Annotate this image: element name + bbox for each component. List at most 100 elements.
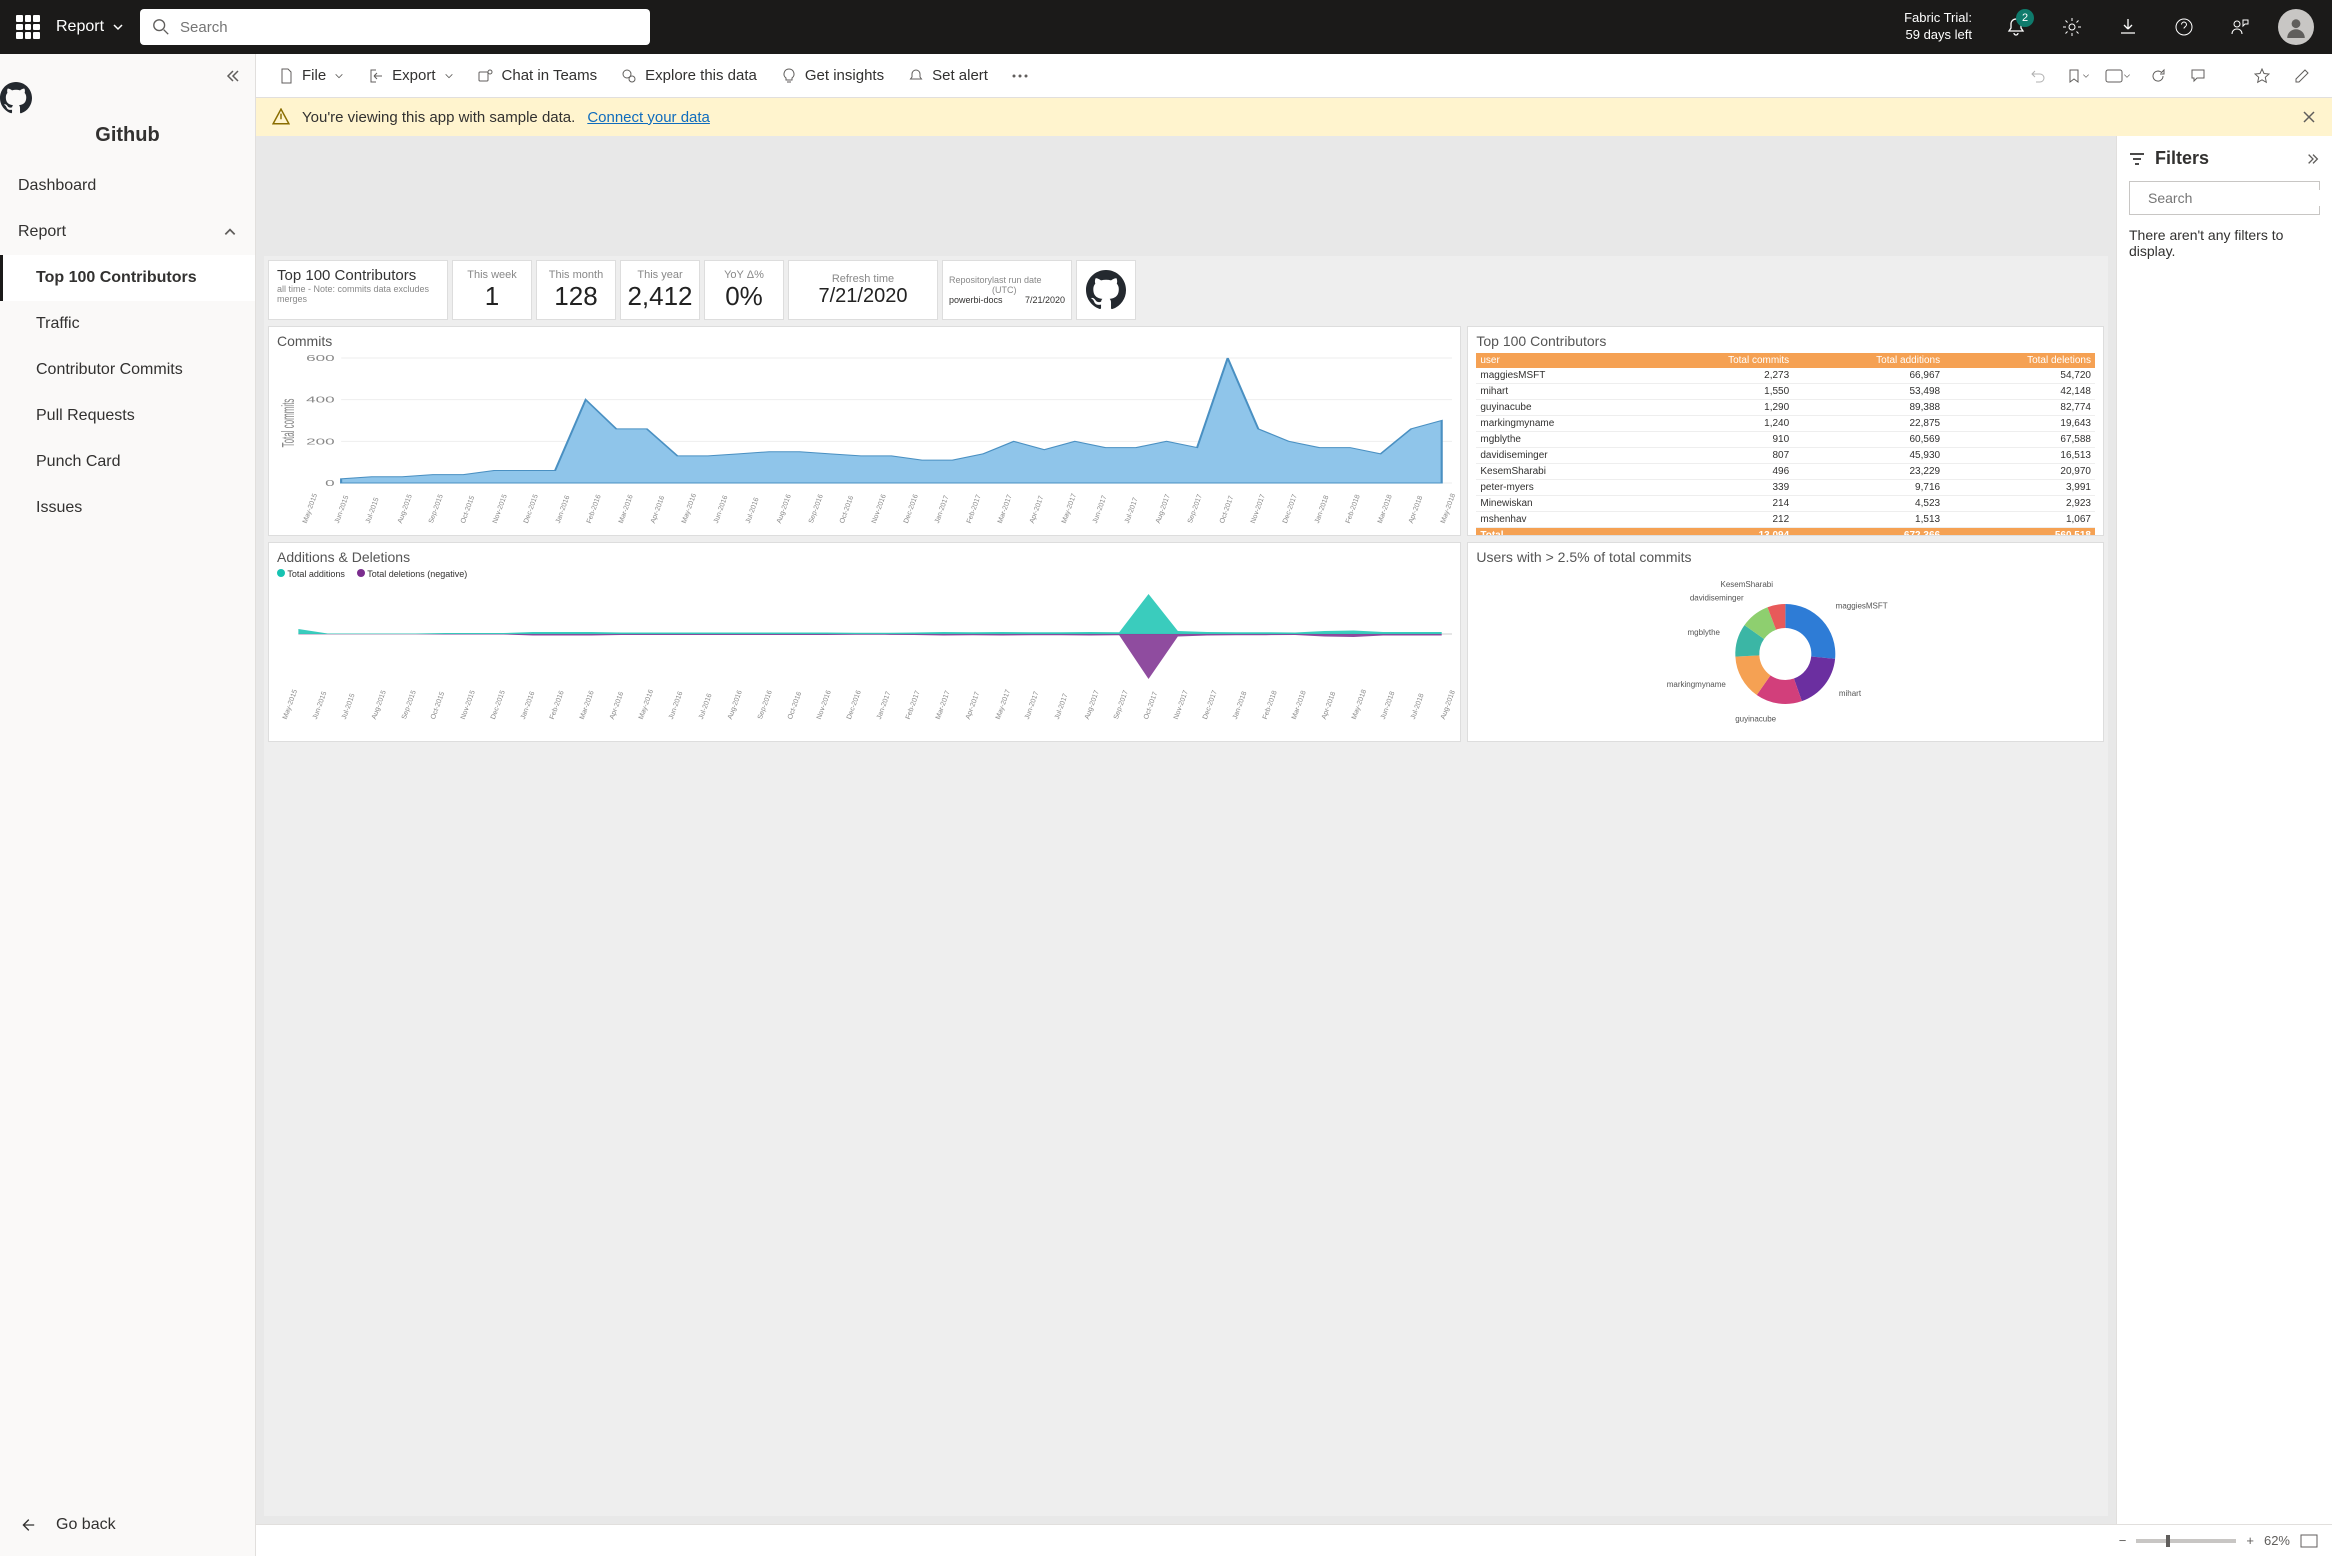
banner-close-button[interactable] <box>2302 110 2316 124</box>
more-options-button[interactable] <box>1002 58 1038 94</box>
svg-text:mgblythe: mgblythe <box>1688 628 1721 637</box>
feedback-button[interactable] <box>2220 7 2260 47</box>
kpi-month[interactable]: This month128 <box>536 260 616 320</box>
svg-text:KesemSharabi: KesemSharabi <box>1721 580 1774 589</box>
sidebar-item-contributor-commits[interactable]: Contributor Commits <box>0 347 255 393</box>
download-icon <box>2118 17 2138 37</box>
kpi-week[interactable]: This week1 <box>452 260 532 320</box>
close-icon <box>2302 110 2316 124</box>
report-title-card[interactable]: Top 100 Contributors all time - Note: co… <box>268 260 448 320</box>
kpi-cards-row: Top 100 Contributors all time - Note: co… <box>268 260 2104 320</box>
refresh-button[interactable] <box>2140 58 2176 94</box>
search-icon <box>152 18 170 36</box>
ellipsis-icon <box>1012 74 1028 78</box>
sidebar-item-issues[interactable]: Issues <box>0 485 255 531</box>
download-button[interactable] <box>2108 7 2148 47</box>
settings-button[interactable] <box>2052 7 2092 47</box>
sidebar-item-top100[interactable]: Top 100 Contributors <box>0 255 255 301</box>
filters-header: Filters <box>2129 148 2320 169</box>
sidebar-item-report[interactable]: Report <box>0 209 255 255</box>
svg-text:guyinacube: guyinacube <box>1736 714 1777 723</box>
sidebar-item-punch-card[interactable]: Punch Card <box>0 439 255 485</box>
go-back-button[interactable]: Go back <box>0 1494 255 1556</box>
get-insights-button[interactable]: Get insights <box>771 61 894 90</box>
svg-text:200: 200 <box>306 437 335 446</box>
app-header: Report Fabric Trial: 59 days left 2 <box>0 0 2332 54</box>
chat-teams-button[interactable]: Chat in Teams <box>468 61 608 90</box>
chevron-double-left-icon <box>225 68 241 84</box>
svg-text:davidiseminger: davidiseminger <box>1690 593 1744 602</box>
edit-button[interactable] <box>2284 58 2320 94</box>
search-input[interactable] <box>180 19 638 36</box>
explore-data-button[interactable]: Explore this data <box>611 61 767 90</box>
status-bar: − + 62% <box>256 1524 2332 1556</box>
donut-chart[interactable]: Users with > 2.5% of total commits maggi… <box>1467 542 2104 742</box>
chevron-down-icon <box>112 21 124 33</box>
undo-button[interactable] <box>2020 58 2056 94</box>
help-button[interactable] <box>2164 7 2204 47</box>
view-icon <box>2105 69 2123 83</box>
export-menu[interactable]: Export <box>358 61 463 90</box>
connect-data-link[interactable]: Connect your data <box>587 109 710 126</box>
favorite-button[interactable] <box>2244 58 2280 94</box>
collapse-sidebar-button[interactable] <box>225 68 241 84</box>
sidebar-item-dashboard[interactable]: Dashboard <box>0 163 255 209</box>
pencil-icon <box>2294 68 2310 84</box>
svg-text:0: 0 <box>325 479 335 488</box>
chevron-double-right-icon <box>2306 152 2320 166</box>
refresh-icon <box>2150 68 2166 84</box>
warning-icon <box>272 108 290 126</box>
repo-info-card[interactable]: Repositorylast run date (UTC) powerbi-do… <box>942 260 1072 320</box>
app-launcher-icon[interactable] <box>16 15 40 39</box>
filters-search-input[interactable] <box>2148 190 2329 206</box>
export-icon <box>368 68 384 84</box>
kpi-year[interactable]: This year2,412 <box>620 260 700 320</box>
trial-status: Fabric Trial: 59 days left <box>1904 10 1972 44</box>
view-button[interactable] <box>2100 58 2136 94</box>
undo-icon <box>2030 68 2046 84</box>
donut-chart-svg: maggiesMSFTmihartguyinacubemarkingmyname… <box>1476 569 2095 729</box>
zoom-slider[interactable] <box>2136 1539 2236 1543</box>
bookmark-icon <box>2066 68 2082 84</box>
filters-pane: Filters There aren't any filters to disp… <box>2116 136 2332 1524</box>
contributors-data-table: userTotal commitsTotal additionsTotal de… <box>1476 353 2095 536</box>
report-canvas[interactable]: Top 100 Contributors all time - Note: co… <box>264 256 2108 1516</box>
file-menu[interactable]: File <box>268 61 354 90</box>
commits-chart[interactable]: Commits 0200400600Total commits May-2015… <box>268 326 1461 536</box>
svg-text:maggiesMSFT: maggiesMSFT <box>1836 601 1888 610</box>
zoom-in-button[interactable]: + <box>2246 1533 2254 1548</box>
kpi-yoy[interactable]: YoY Δ%0% <box>704 260 784 320</box>
sidebar-item-traffic[interactable]: Traffic <box>0 301 255 347</box>
report-dropdown[interactable]: Report <box>56 18 124 36</box>
sidebar-item-pull-requests[interactable]: Pull Requests <box>0 393 255 439</box>
report-toolbar: File Export Chat in Teams Explore this d… <box>256 54 2332 98</box>
additions-deletions-area <box>277 579 1452 689</box>
octocat-card <box>1076 260 1136 320</box>
avatar <box>2278 9 2314 45</box>
filter-icon <box>2129 151 2145 167</box>
report-label: Report <box>56 18 104 36</box>
report-canvas-area: Top 100 Contributors all time - Note: co… <box>256 136 2116 1524</box>
notifications-button[interactable]: 2 <box>1996 7 2036 47</box>
fit-to-page-button[interactable] <box>2300 1534 2318 1548</box>
set-alert-button[interactable]: Set alert <box>898 61 998 90</box>
zoom-out-button[interactable]: − <box>2119 1533 2127 1548</box>
kpi-refresh[interactable]: Refresh time7/21/2020 <box>788 260 938 320</box>
bookmark-button[interactable] <box>2060 58 2096 94</box>
github-icon <box>0 82 32 114</box>
comment-button[interactable] <box>2180 58 2216 94</box>
comment-icon <box>2190 68 2206 84</box>
help-icon <box>2174 17 2194 37</box>
account-button[interactable] <box>2276 7 2316 47</box>
svg-text:mihart: mihart <box>1839 689 1862 698</box>
commits-area-chart: 0200400600Total commits <box>277 353 1452 493</box>
chevron-down-icon <box>444 71 454 81</box>
search-box[interactable] <box>140 9 650 45</box>
teams-icon <box>478 68 494 84</box>
content-area: File Export Chat in Teams Explore this d… <box>256 54 2332 1556</box>
contributors-table[interactable]: Top 100 Contributors userTotal commitsTo… <box>1467 326 2104 536</box>
explore-icon <box>621 68 637 84</box>
expand-filters-button[interactable] <box>2306 152 2320 166</box>
filters-search[interactable] <box>2129 181 2320 215</box>
additions-deletions-chart[interactable]: Additions & Deletions Total additions To… <box>268 542 1461 742</box>
